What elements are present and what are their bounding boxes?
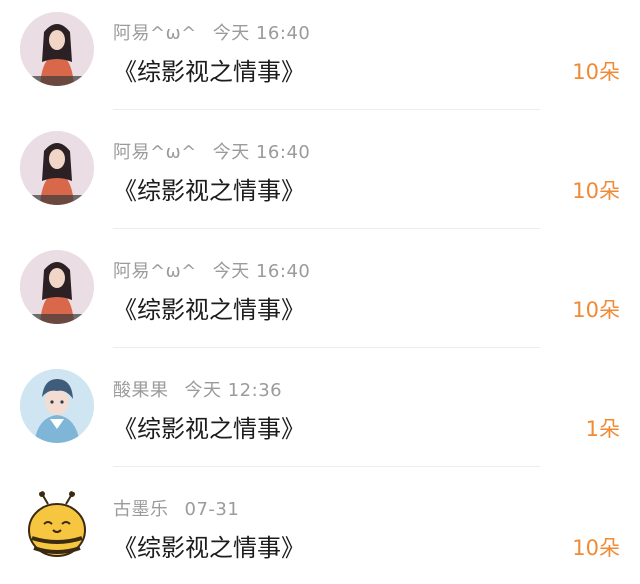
anime-boy-portrait-icon (20, 369, 94, 443)
flower-count: 10朵 (572, 179, 620, 203)
girl-portrait-icon (20, 131, 94, 205)
avatar[interactable] (20, 488, 94, 562)
gift-meta: 古墨乐 07-31 (113, 495, 239, 521)
list-item[interactable]: 酸果果 今天 12:36 《综影视之情事》 1朵 (0, 357, 640, 476)
gift-meta: 阿易^ω^ 今天 16:40 (113, 138, 310, 164)
username[interactable]: 阿易^ω^ (113, 142, 197, 163)
avatar[interactable] (20, 12, 94, 86)
flower-count: 10朵 (572, 298, 620, 322)
username[interactable]: 古墨乐 (113, 499, 169, 520)
gift-title[interactable]: 《综影视之情事》 (113, 528, 305, 563)
divider (113, 228, 540, 229)
list-item[interactable]: 阿易^ω^ 今天 16:40 《综影视之情事》 10朵 (0, 0, 640, 119)
divider (113, 109, 540, 110)
timestamp: 今天 16:40 (212, 23, 311, 44)
username[interactable]: 阿易^ω^ (113, 23, 197, 44)
username[interactable]: 酸果果 (113, 380, 169, 401)
username[interactable]: 阿易^ω^ (113, 261, 197, 282)
cartoon-bee-icon (20, 488, 94, 562)
gift-list: 阿易^ω^ 今天 16:40 《综影视之情事》 10朵 阿易^ω^ 今天 16:40… (0, 0, 640, 584)
list-item[interactable]: 阿易^ω^ 今天 16:40 《综影视之情事》 10朵 (0, 238, 640, 357)
avatar[interactable] (20, 131, 94, 205)
gift-title[interactable]: 《综影视之情事》 (113, 171, 305, 206)
list-item[interactable]: 阿易^ω^ 今天 16:40 《综影视之情事》 10朵 (0, 119, 640, 238)
gift-meta: 酸果果 今天 12:36 (113, 376, 282, 402)
timestamp: 今天 12:36 (184, 380, 283, 401)
gift-title[interactable]: 《综影视之情事》 (113, 290, 305, 325)
timestamp: 07-31 (184, 499, 240, 520)
list-item[interactable]: 古墨乐 07-31 《综影视之情事》 10朵 (0, 476, 640, 584)
flower-count: 10朵 (572, 536, 620, 560)
gift-title[interactable]: 《综影视之情事》 (113, 52, 305, 87)
flower-count: 1朵 (585, 417, 620, 441)
avatar[interactable] (20, 250, 94, 324)
gift-meta: 阿易^ω^ 今天 16:40 (113, 257, 310, 283)
girl-portrait-icon (20, 12, 94, 86)
avatar[interactable] (20, 369, 94, 443)
girl-portrait-icon (20, 250, 94, 324)
timestamp: 今天 16:40 (212, 142, 311, 163)
divider (113, 347, 540, 348)
divider (113, 466, 540, 467)
gift-meta: 阿易^ω^ 今天 16:40 (113, 19, 310, 45)
flower-count: 10朵 (572, 60, 620, 84)
timestamp: 今天 16:40 (212, 261, 311, 282)
gift-title[interactable]: 《综影视之情事》 (113, 409, 305, 444)
